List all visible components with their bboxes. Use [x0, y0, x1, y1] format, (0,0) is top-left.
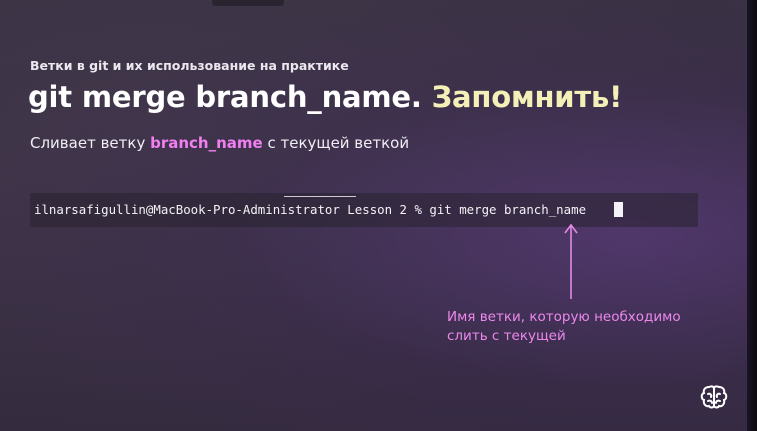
slide-description: Сливает ветку branch_name с текущей ветк…: [30, 134, 409, 152]
slide-subtitle: Ветки в git и их использование на практи…: [30, 58, 349, 73]
desc-highlight: branch_name: [150, 134, 263, 152]
terminal-cursor: [614, 202, 623, 217]
desc-before: Сливает ветку: [30, 134, 146, 152]
screen-edge: [747, 0, 757, 431]
desc-after: с текущей веткой: [267, 134, 410, 152]
annotation-line-2: слить с текущей: [447, 328, 566, 344]
heading-accent: Запомнить!: [431, 80, 623, 114]
annotation-line-1: Имя ветки, которую необходимо: [447, 309, 681, 325]
terminal-divider: [284, 196, 356, 197]
arrow-up-icon: [564, 223, 578, 299]
brain-logo-icon: [700, 385, 728, 409]
terminal-prompt: ilnarsafigullin@MacBook-Pro-Administrato…: [34, 202, 587, 217]
slide-heading: git merge branch_name. Запомнить!: [28, 80, 622, 114]
camera-notch: [212, 0, 284, 6]
branch-name-annotation: Имя ветки, которую необходимо слить с те…: [447, 308, 681, 346]
heading-command: git merge branch_name.: [28, 80, 422, 114]
